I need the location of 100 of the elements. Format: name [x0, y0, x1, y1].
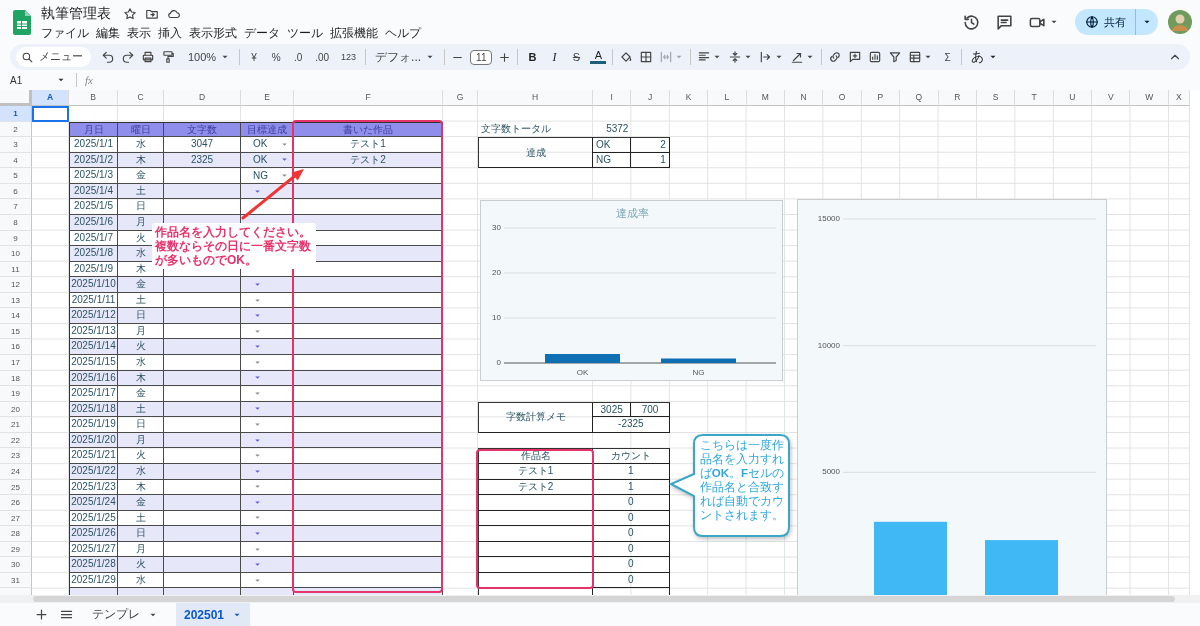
table-cell: 2025/1/5 [69, 199, 118, 215]
decrease-decimal-button[interactable]: .0 [290, 51, 307, 63]
comment-icon[interactable] [995, 12, 1014, 32]
row-header[interactable]: 12 [0, 277, 32, 293]
percent-button[interactable]: % [268, 51, 285, 63]
dropdown-cell[interactable] [241, 277, 294, 293]
fill-color-icon[interactable] [619, 50, 634, 64]
column-header[interactable]: M [746, 90, 785, 106]
menu-item[interactable]: ファイル [41, 26, 89, 41]
column-header[interactable]: K [669, 90, 709, 106]
menu-item[interactable]: ツール [287, 26, 323, 41]
zoom-dropdown[interactable]: 100% [185, 51, 234, 63]
table-cell: テスト1 [478, 463, 593, 480]
sheet-tab[interactable]: テンプレ [84, 603, 166, 626]
row-header[interactable]: 10 [0, 246, 32, 262]
row-header[interactable]: 28 [0, 526, 32, 542]
cloud-icon[interactable] [167, 7, 181, 21]
print-icon[interactable] [141, 50, 155, 64]
history-icon[interactable] [962, 12, 981, 32]
sheet-tab[interactable]: 202501 [176, 603, 251, 626]
functions-button[interactable]: Σ [939, 51, 956, 63]
font-dropdown[interactable]: デフォ... [372, 48, 439, 66]
row-header[interactable]: 7 [0, 199, 32, 215]
column-header[interactable]: G [443, 90, 478, 106]
menu-item[interactable]: 挿入 [158, 26, 182, 41]
text-color-button[interactable]: A [590, 50, 607, 64]
row-header[interactable]: 26 [0, 495, 32, 511]
menu-search-field[interactable]: メニュー [16, 47, 91, 67]
column-header[interactable]: P [861, 90, 901, 106]
row-header[interactable]: 1 [0, 106, 32, 122]
add-comment-icon[interactable] [848, 50, 863, 64]
column-header[interactable]: O [823, 90, 862, 106]
column-header[interactable]: V [1092, 90, 1131, 106]
menu-item[interactable]: 表示形式 [189, 26, 237, 41]
add-sheet-icon[interactable] [34, 607, 49, 622]
selected-cell[interactable] [32, 106, 69, 122]
menu-item[interactable]: データ [244, 26, 280, 41]
column-header[interactable]: D [164, 90, 241, 106]
column-header[interactable]: W [1130, 90, 1169, 106]
column-header[interactable]: F [294, 90, 443, 106]
row-header[interactable]: 16 [0, 339, 32, 355]
name-box[interactable]: A1 [10, 74, 70, 86]
row-header[interactable]: 30 [0, 557, 32, 573]
table-cell: 字数計算メモ [478, 401, 593, 433]
increase-decimal-button[interactable]: .00 [312, 51, 333, 63]
corner-cell[interactable] [0, 90, 32, 106]
column-header[interactable]: C [118, 90, 164, 106]
column-header[interactable]: E [241, 90, 294, 106]
chart-icon[interactable] [868, 50, 883, 64]
row-header[interactable]: 14 [0, 308, 32, 324]
menu-item[interactable]: ヘルプ [385, 26, 421, 41]
row-header[interactable]: 21 [0, 417, 32, 433]
input-tools-button[interactable]: あ [968, 48, 1002, 66]
paint-format-icon[interactable] [161, 50, 175, 64]
row-header[interactable]: 19 [0, 386, 32, 402]
dropdown-cell[interactable] [241, 339, 294, 355]
dropdown-cell[interactable]: OK [241, 137, 294, 153]
spreadsheet-icon[interactable] [13, 9, 31, 35]
column-header[interactable]: R [938, 90, 977, 106]
redo-icon[interactable] [121, 50, 135, 64]
scrollbar[interactable] [33, 596, 1175, 602]
row-header[interactable]: 3 [0, 137, 32, 153]
menu-item[interactable]: 表示 [127, 26, 151, 41]
link-icon[interactable] [828, 50, 843, 64]
row-header[interactable]: 17 [0, 355, 32, 371]
dropdown-cell[interactable] [241, 495, 294, 511]
column-header[interactable]: N [784, 90, 824, 106]
font-size-field[interactable]: 11 [470, 49, 493, 65]
column-header[interactable]: X [1168, 90, 1190, 106]
strikethrough-button[interactable]: S [568, 51, 585, 63]
dropdown-cell[interactable] [241, 526, 294, 542]
column-header[interactable]: U [1053, 90, 1093, 106]
column-header[interactable]: L [708, 90, 747, 106]
column-header[interactable]: I [593, 90, 632, 106]
column-header[interactable]: S [976, 90, 1016, 106]
borders-icon[interactable] [639, 50, 654, 64]
plus-icon[interactable] [498, 50, 512, 64]
column-header[interactable]: J [631, 90, 670, 106]
row-header[interactable]: 23 [0, 448, 32, 464]
dropdown-cell[interactable] [241, 557, 294, 573]
column-header[interactable]: B [69, 90, 118, 106]
folder-icon[interactable] [145, 7, 159, 21]
star-icon[interactable] [123, 7, 137, 21]
column-header[interactable]: A [32, 90, 69, 106]
currency-button[interactable]: ¥ [246, 51, 263, 63]
number-format-button[interactable]: 123 [338, 52, 360, 62]
column-header[interactable]: T [1015, 90, 1054, 106]
filter-icon[interactable] [888, 50, 903, 64]
undo-icon[interactable] [101, 50, 115, 64]
column-header[interactable]: Q [900, 90, 939, 106]
document-title[interactable]: 執筆管理表 [41, 5, 111, 23]
column-header[interactable]: H [478, 90, 593, 106]
bold-button[interactable]: B [524, 51, 541, 63]
italic-button[interactable]: I [546, 49, 563, 65]
share-button[interactable]: 共有 [1075, 9, 1135, 35]
row-header[interactable]: 5 [0, 168, 32, 184]
menu-item[interactable]: 拡張機能 [330, 26, 378, 41]
avatar[interactable] [1168, 10, 1192, 34]
dropdown-cell[interactable] [241, 308, 294, 324]
menu-item[interactable]: 編集 [96, 26, 120, 41]
